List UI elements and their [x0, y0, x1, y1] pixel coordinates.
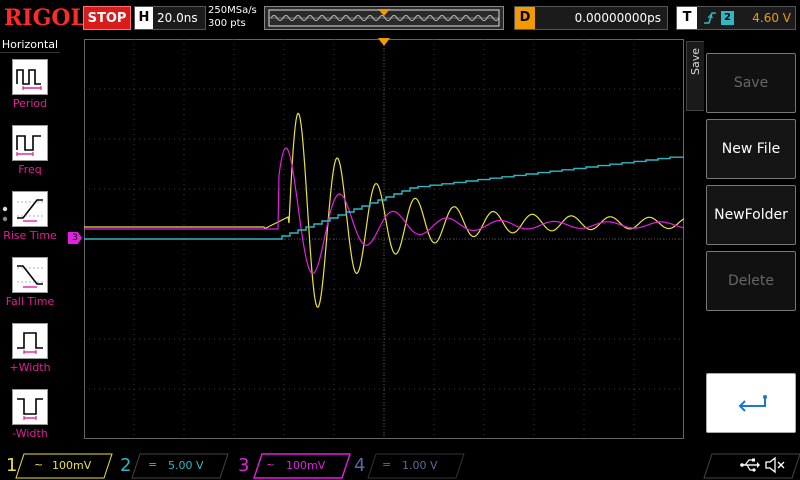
save-button[interactable]: Save: [706, 53, 796, 113]
measure-label: Freq: [18, 163, 42, 176]
channel-scale: 100mV: [52, 459, 92, 472]
fall-time-icon: [12, 257, 48, 293]
coupling-dc-icon: =: [382, 458, 392, 471]
speaker-muted-icon[interactable]: [764, 456, 786, 474]
brand-logo: RIGOL: [4, 5, 86, 31]
memory-waveform-overview: [268, 9, 500, 27]
channel-number: 4: [354, 455, 366, 476]
coupling-dc-icon: =: [148, 458, 158, 471]
channel-number: 3: [238, 455, 250, 476]
return-icon: [738, 395, 767, 412]
coupling-ac-icon: ~: [266, 458, 276, 471]
measure-frequency[interactable]: Freq: [0, 125, 60, 191]
trigger-status[interactable]: T 2 4.60 V: [676, 6, 796, 30]
run-stop-indicator[interactable]: STOP: [83, 6, 131, 30]
frequency-icon: [12, 125, 48, 161]
horizontal-timebase[interactable]: H 20.0ns: [134, 6, 206, 30]
trigger-letter: T: [677, 7, 697, 29]
return-button[interactable]: [706, 373, 796, 433]
measure-label: Fall Time: [5, 295, 55, 308]
rise-time-icon: [12, 191, 48, 227]
rising-edge-icon: [704, 12, 716, 24]
period-icon: [12, 59, 48, 95]
sampling-info: 250MSa/s 300 pts: [208, 4, 262, 32]
graticule: [84, 39, 684, 439]
measurement-menu: Horizontal Period Freq Rise Time Fall Ti…: [0, 37, 60, 451]
measure-label: +Width: [9, 361, 51, 374]
channel-1-trace: [84, 112, 684, 308]
channel-scale: 1.00 V: [402, 459, 438, 472]
channel-scale: 100mV: [286, 459, 326, 472]
channel-1-status[interactable]: 1 ~ 100mV: [4, 454, 114, 478]
measure-fall-time[interactable]: Fall Time: [0, 257, 60, 323]
measure-period[interactable]: Period: [0, 59, 60, 125]
channel-2-status[interactable]: 2 = 5.00 V: [118, 454, 228, 478]
horizontal-delay[interactable]: D 0.00000000ps: [514, 6, 668, 30]
measure-negative-width[interactable]: -Width: [0, 389, 60, 455]
ch3-marker-label: 3: [72, 233, 78, 243]
channel-number: 2: [120, 455, 132, 476]
measure-label: Period: [12, 97, 48, 110]
channel-scale: 5.00 V: [168, 459, 204, 472]
top-status-bar: RIGOL STOP H 20.0ns 250MSa/s 300 pts D 0…: [0, 0, 800, 36]
memory-overview-bar: [264, 6, 504, 30]
coupling-ac-icon: ~: [34, 458, 44, 471]
delay-letter: D: [515, 7, 535, 29]
new-folder-button[interactable]: NewFolder: [706, 185, 796, 245]
measure-rise-time[interactable]: Rise Time: [0, 191, 60, 257]
sample-rate: 250MSa/s: [208, 5, 257, 16]
channel-status-bar: 1 ~ 100mV 2 = 5.00 V 3 ~ 100mV 4 = 1.00 …: [0, 452, 800, 480]
channel-number: 1: [6, 455, 18, 476]
measure-positive-width[interactable]: +Width: [0, 323, 60, 389]
save-softkey-menu: Save Save New File NewFolder Delete: [686, 37, 800, 451]
usb-icon: [740, 458, 760, 472]
negative-width-icon: [12, 389, 48, 425]
menu-tab-label: Save: [689, 48, 702, 76]
horizontal-letter: H: [135, 7, 153, 29]
measurement-category-title: Horizontal: [0, 38, 60, 53]
delay-value: 0.00000000ps: [574, 11, 661, 25]
channel-3-status[interactable]: 3 ~ 100mV: [236, 454, 354, 478]
measure-label: -Width: [12, 427, 48, 440]
channel-4-status[interactable]: 4 = 1.00 V: [352, 454, 462, 478]
measure-label: Rise Time: [3, 229, 57, 242]
memory-depth: 300 pts: [208, 18, 246, 29]
trigger-source: 2: [721, 11, 734, 25]
timebase-value: 20.0ns: [157, 11, 198, 25]
positive-width-icon: [12, 323, 48, 359]
menu-tab: Save: [686, 41, 704, 111]
ch3-ground-marker[interactable]: 3: [68, 232, 82, 244]
waveform-display[interactable]: [84, 39, 684, 439]
trigger-level: 4.60 V: [752, 11, 791, 25]
trigger-position-marker-icon: [378, 9, 390, 16]
delete-button[interactable]: Delete: [706, 251, 796, 311]
new-file-button[interactable]: New File: [706, 119, 796, 179]
